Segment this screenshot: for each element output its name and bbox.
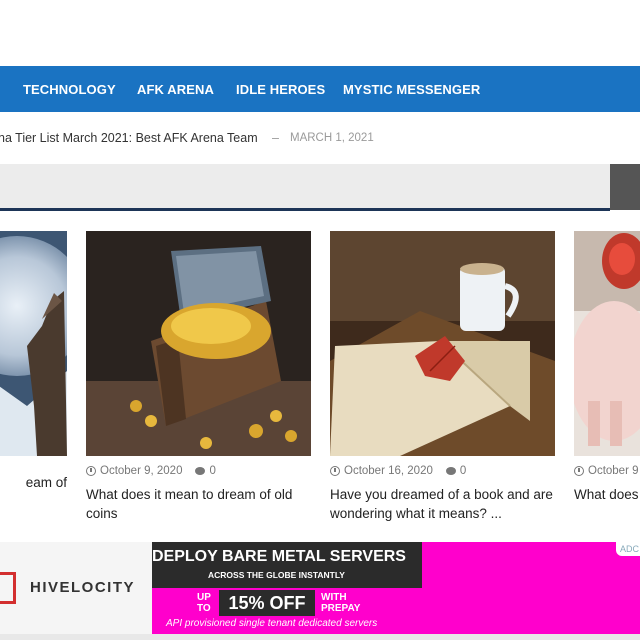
- header-band: [0, 0, 640, 66]
- comment-icon: [445, 467, 456, 475]
- post-title[interactable]: Have you dreamed of a book and are wonde…: [330, 485, 555, 523]
- hivelocity-logo-icon: [0, 572, 16, 604]
- ad-offer: 15% OFF: [219, 590, 315, 616]
- post-thumbnail-wolf[interactable]: [0, 231, 67, 456]
- post-meta: October 9: [574, 465, 640, 477]
- ad-up-to: UP TO: [197, 592, 211, 614]
- ad-headline-box: DEPLOY BARE METAL SERVERS ACROSS THE GLO…: [152, 542, 422, 588]
- post-title[interactable]: What does pig: [574, 485, 640, 504]
- comment-icon: [195, 467, 206, 475]
- ad-with-prepay: WITH PREPAY: [321, 592, 360, 614]
- post-card: October 16, 2020 0 Have you dreamed of a…: [330, 231, 555, 523]
- ad-prepay: PREPAY: [321, 603, 361, 614]
- main-nav: TECHNOLOGY AFK ARENA IDLE HEROES MYSTIC …: [0, 66, 640, 112]
- post-title[interactable]: eam of: [0, 473, 67, 492]
- ad-brand: HIVELOCITY: [30, 579, 136, 596]
- post-thumbnail-treasure-chest[interactable]: [86, 231, 311, 456]
- search-button[interactable]: [610, 164, 640, 210]
- ad-with: WITH: [321, 592, 347, 603]
- post-meta: October 9, 2020 0: [86, 465, 311, 477]
- ticker-date: MARCH 1, 2021: [290, 132, 374, 144]
- search-underline: [0, 208, 610, 211]
- post-thumbnail-open-book[interactable]: [330, 231, 555, 456]
- ad-brand-panel: HIVELOCITY: [0, 542, 152, 634]
- ad-subheadline: ACROSS THE GLOBE INSTANTLY: [208, 570, 345, 580]
- ad-headline: DEPLOY BARE METAL SERVERS: [152, 548, 406, 565]
- ticker-separator: –: [272, 131, 279, 145]
- comment-count[interactable]: 0: [460, 465, 466, 477]
- nav-item-idle-heroes[interactable]: IDLE HEROES: [236, 82, 325, 97]
- nav-item-afk-arena[interactable]: AFK ARENA: [137, 82, 214, 97]
- nav-item-mystic-messenger[interactable]: MYSTIC MESSENGER: [343, 82, 480, 97]
- post-card: eam of: [0, 231, 67, 492]
- ad-banner[interactable]: HIVELOCITY DEPLOY BARE METAL SERVERS ACR…: [0, 542, 640, 634]
- ad-up: UP: [197, 592, 211, 603]
- post-card: October 9 What does pig: [574, 231, 640, 504]
- clock-icon: [574, 466, 584, 476]
- bottom-strip: [0, 634, 640, 640]
- post-date: October 16, 2020: [344, 465, 433, 477]
- post-date: October 9, 2020: [100, 465, 183, 477]
- ad-footnote: API provisioned single tenant dedicated …: [166, 618, 378, 629]
- search-input[interactable]: [0, 164, 608, 210]
- ticker-headline[interactable]: na Tier List March 2021: Best AFK Arena …: [0, 131, 258, 145]
- news-ticker: na Tier List March 2021: Best AFK Arena …: [0, 124, 640, 152]
- clock-icon: [330, 466, 340, 476]
- post-card: October 9, 2020 0 What does it mean to d…: [86, 231, 311, 523]
- ad-to: TO: [197, 603, 211, 614]
- page: TECHNOLOGY AFK ARENA IDLE HEROES MYSTIC …: [0, 0, 640, 640]
- clock-icon: [86, 466, 96, 476]
- post-meta: October 16, 2020 0: [330, 465, 555, 477]
- nav-item-technology[interactable]: TECHNOLOGY: [23, 82, 116, 97]
- post-title[interactable]: What does it mean to dream of old coins: [86, 485, 311, 523]
- ad-choices-badge[interactable]: ADC: [616, 542, 640, 556]
- post-date: October 9: [588, 465, 639, 477]
- search-bar: [0, 164, 640, 210]
- post-thumbnail-pig[interactable]: [574, 231, 640, 456]
- comment-count[interactable]: 0: [209, 465, 215, 477]
